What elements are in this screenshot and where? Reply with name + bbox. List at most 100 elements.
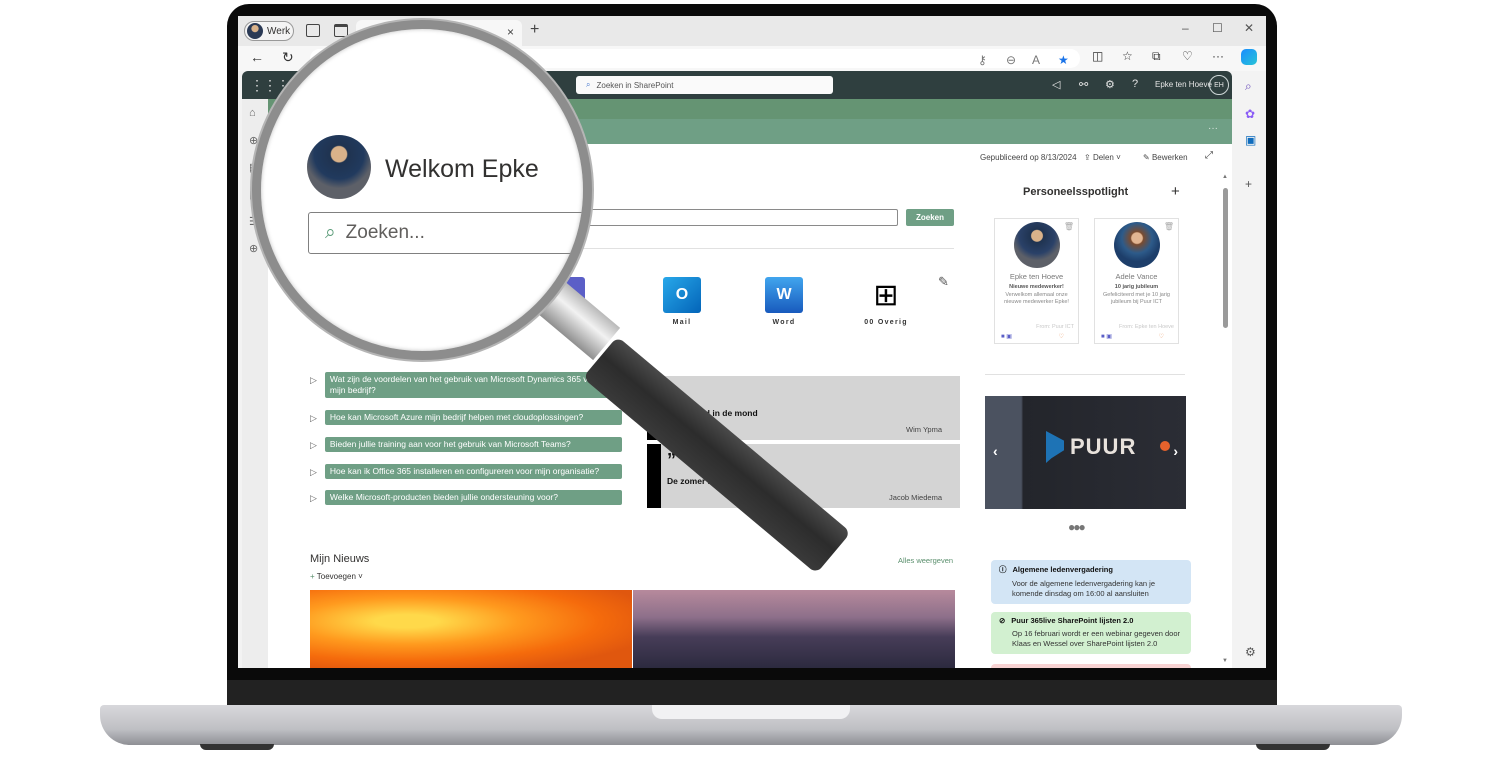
search-icon[interactable]: ⌕ xyxy=(1245,79,1252,94)
more-icon[interactable]: ··· xyxy=(1212,49,1224,63)
news-item-image[interactable] xyxy=(633,590,955,668)
settings-icon[interactable]: ⚙ xyxy=(1105,78,1115,91)
carousel-prev-button[interactable]: ‹ xyxy=(993,443,998,459)
faq-item[interactable]: ▷ Hoe kan Microsoft Azure mijn bedrijf he… xyxy=(310,410,622,425)
faq-item[interactable]: ▷ Hoe kan ik Office 365 installeren en co… xyxy=(310,464,622,479)
divider xyxy=(985,374,1185,375)
trash-icon[interactable]: 🗑 xyxy=(1064,222,1074,231)
search-placeholder: Zoeken... xyxy=(345,222,425,243)
edit-button[interactable]: ✎ Bewerken xyxy=(1143,153,1188,162)
app-tile-word[interactable]: W Word xyxy=(754,277,814,326)
close-window-button[interactable]: ✕ xyxy=(1244,21,1254,35)
carousel-dots[interactable]: ●●● xyxy=(1068,520,1086,534)
site-more-icon[interactable]: ··· xyxy=(1208,123,1218,134)
browser-essentials-icon[interactable]: ♡ xyxy=(1182,49,1193,63)
user-avatar[interactable]: EH xyxy=(1209,75,1229,95)
profile-button[interactable]: Werk xyxy=(244,21,294,41)
copilot-icon[interactable] xyxy=(1241,49,1257,65)
app-label: 00 Overig xyxy=(864,319,908,326)
spotlight-photo xyxy=(1113,222,1160,268)
puur-logo-icon xyxy=(1046,431,1064,463)
trash-icon[interactable]: 🗑 xyxy=(1164,222,1174,231)
alert-body: Voor de algemene ledenvergadering kan je… xyxy=(1012,579,1156,598)
faq-item[interactable]: ▷ Bieden jullie training aan voor het geb… xyxy=(310,437,622,452)
scroll-down-icon[interactable]: ▼ xyxy=(1222,658,1228,664)
settings-icon[interactable]: ⚙ xyxy=(1245,645,1256,659)
expand-arrow-icon: ▷ xyxy=(310,440,317,450)
add-news-label: Toevoegen xyxy=(316,572,356,581)
share-label: Delen xyxy=(1092,153,1114,162)
page-scrollbar[interactable]: ▲ ▼ xyxy=(1222,174,1228,664)
expand-icon[interactable]: ⤢ xyxy=(1205,150,1213,161)
refresh-icon[interactable]: ↻ xyxy=(282,49,294,66)
maximize-button[interactable]: ☐ xyxy=(1212,21,1223,35)
teams-share-icon[interactable]: ■ ▣ xyxy=(1001,333,1012,340)
published-date: Gepubliceerd op 8/13/2024 xyxy=(980,153,1077,162)
spotlight-title: Personeelsspotlight xyxy=(1023,186,1129,198)
news-item-image[interactable] xyxy=(310,590,632,668)
collections-icon[interactable]: ⧉ xyxy=(1152,49,1161,64)
faq-item[interactable]: ▷ Wat zijn de voordelen van het gebruik v… xyxy=(310,372,622,398)
add-spotlight-button[interactable]: + xyxy=(1171,183,1180,200)
outlook-icon[interactable]: ▣ xyxy=(1245,133,1256,147)
carousel-next-button[interactable]: › xyxy=(1173,443,1178,459)
pencil-icon: ✎ xyxy=(1143,153,1152,162)
faq-item[interactable]: ▷ Welke Microsoft-producten bieden jullie… xyxy=(310,490,622,505)
megaphone-icon[interactable]: ◁ xyxy=(1052,78,1060,91)
app-tile-mail[interactable]: O Mail xyxy=(652,277,712,326)
alert-success[interactable]: ⊘ Puur 365live SharePoint lijsten 2.0 Op … xyxy=(991,612,1191,654)
app-label: Mail xyxy=(672,319,692,326)
share-button[interactable]: ⇪ Delen ˅ xyxy=(1084,153,1121,162)
spotlight-card[interactable]: 🗑 Adele Vance 10 jarig jubileum Gefelici… xyxy=(1094,218,1179,344)
spotlight-card[interactable]: 🗑 Epke ten Hoeve Nieuwe medewerker! Verw… xyxy=(994,218,1079,344)
favorite-star-icon[interactable]: ★ xyxy=(1058,53,1069,67)
plus-icon: + xyxy=(310,572,317,581)
back-icon[interactable]: ← xyxy=(250,49,264,65)
sharepoint-search-input[interactable]: ⌕ Zoeken in SharePoint xyxy=(576,76,833,94)
heart-icon[interactable]: ♡ xyxy=(1059,333,1064,340)
welcome-title: Welkom Epke xyxy=(385,155,539,183)
favorites-icon[interactable]: ☆ xyxy=(1122,49,1133,63)
split-screen-icon[interactable]: ◫ xyxy=(1092,49,1103,63)
home-icon[interactable]: ⌂ xyxy=(249,107,256,119)
alert-warning[interactable] xyxy=(991,664,1191,668)
scrollbar-thumb[interactable] xyxy=(1223,188,1228,328)
expand-arrow-icon: ▷ xyxy=(310,375,317,385)
help-icon[interactable]: ? xyxy=(1132,78,1138,90)
zoom-out-icon[interactable]: ⊖ xyxy=(1006,53,1016,67)
alert-body: Op 16 februari wordt er een webinar gege… xyxy=(1012,629,1181,648)
share-icon: ⇪ xyxy=(1084,153,1093,162)
app-tile-overig[interactable]: ⊞ 00 Overig xyxy=(856,277,916,327)
spotlight-name: Adele Vance xyxy=(1115,272,1158,281)
close-tab-icon[interactable]: × xyxy=(507,25,514,39)
create-icon[interactable]: ⊕ xyxy=(249,242,258,255)
profile-avatar xyxy=(247,23,263,39)
connections-icon[interactable]: ⚯ xyxy=(1079,78,1088,91)
scroll-up-icon[interactable]: ▲ xyxy=(1222,174,1228,180)
faq-question: Welke Microsoft-producten bieden jullie … xyxy=(324,490,622,505)
user-name[interactable]: Epke ten Hoeve xyxy=(1155,80,1212,89)
spotlight-photo xyxy=(1013,222,1060,268)
profile-label: Werk xyxy=(267,25,291,37)
image-carousel[interactable]: PUUR ‹ › xyxy=(985,396,1186,509)
tab-actions-icon[interactable] xyxy=(334,24,348,37)
new-tab-button[interactable]: + xyxy=(530,21,539,39)
add-news-button[interactable]: + Toevoegen ˅ xyxy=(310,572,363,581)
workspaces-icon[interactable] xyxy=(306,24,320,37)
expand-arrow-icon: ▷ xyxy=(310,467,317,477)
search-icon: ⌕ xyxy=(325,222,336,243)
welcome-search-zoomed[interactable]: ⌕ Zoeken... xyxy=(308,212,583,254)
read-aloud-icon[interactable]: A xyxy=(1032,53,1040,67)
add-sidebar-app-icon[interactable]: + xyxy=(1245,177,1252,191)
minimize-button[interactable]: – xyxy=(1182,21,1189,35)
laptop-foot xyxy=(1256,744,1330,750)
copilot-apps-icon[interactable]: ✿ xyxy=(1245,107,1255,121)
faq-question: Hoe kan ik Office 365 installeren en con… xyxy=(324,464,622,479)
edit-apps-pencil-icon[interactable]: ✎ xyxy=(938,274,949,290)
alert-info[interactable]: ⓘ Algemene ledenvergadering Voor de algem… xyxy=(991,560,1191,604)
heart-icon[interactable]: ♡ xyxy=(1159,333,1164,340)
teams-share-icon[interactable]: ■ ▣ xyxy=(1101,333,1112,340)
search-button[interactable]: Zoeken xyxy=(906,209,954,226)
key-icon[interactable]: ⚷ xyxy=(978,53,987,67)
show-all-link[interactable]: Alles weergeven xyxy=(898,556,953,565)
